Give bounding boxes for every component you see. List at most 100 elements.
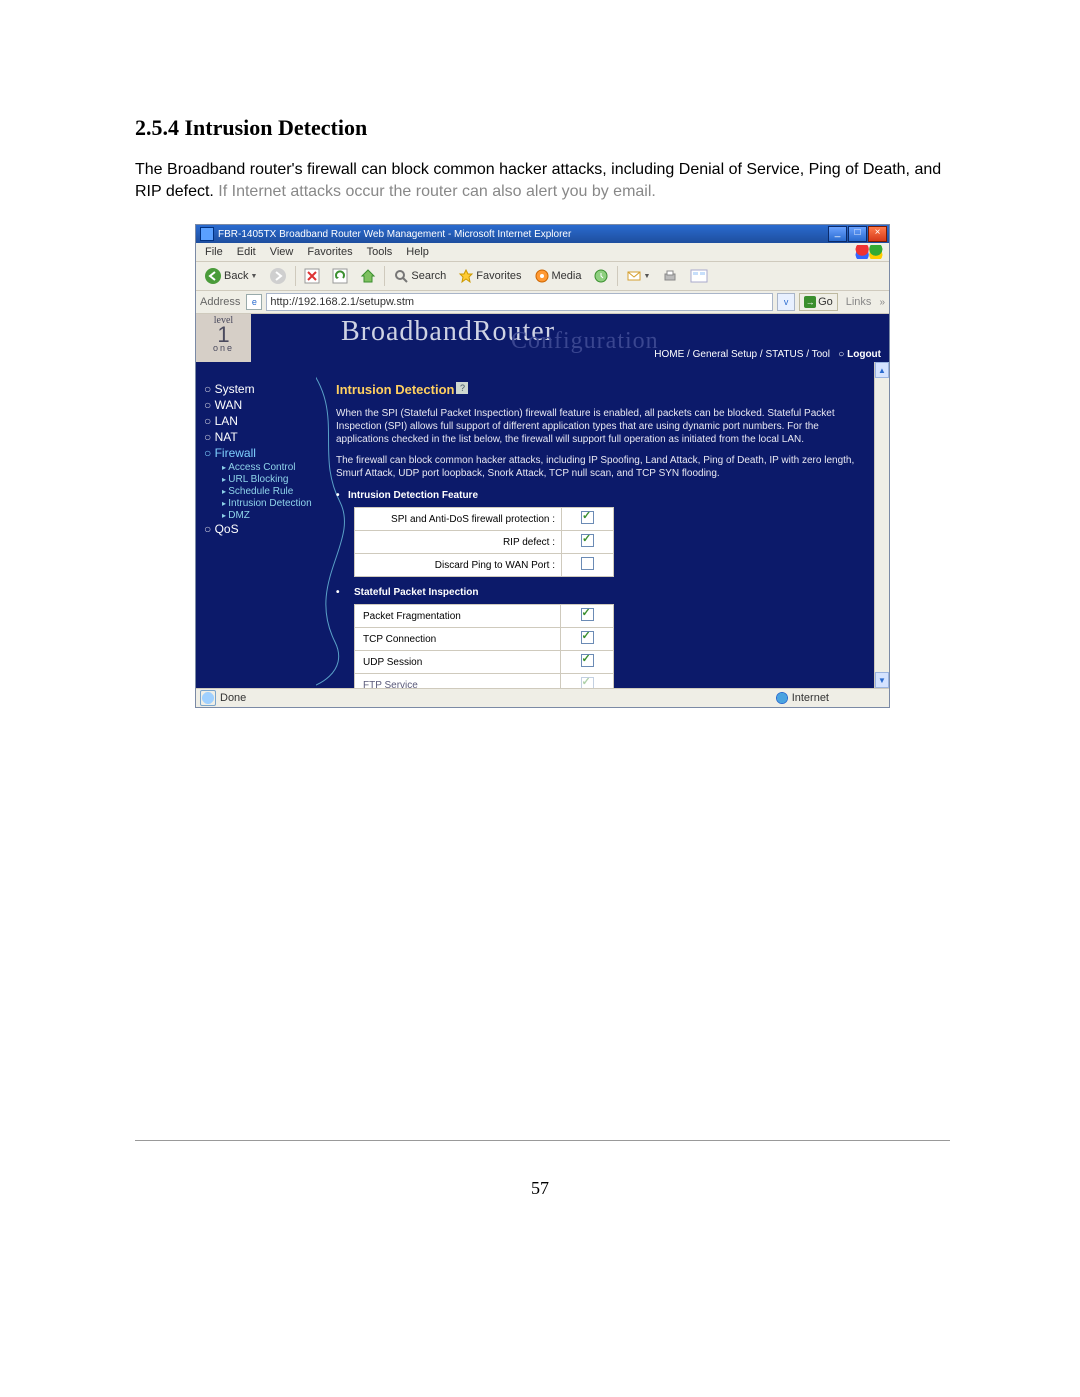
statusbar: Done Internet	[196, 688, 889, 707]
nav-lan[interactable]: LAN	[204, 414, 316, 428]
menubar: File Edit View Favorites Tools Help	[196, 243, 889, 262]
udp-session-checkbox[interactable]	[581, 654, 594, 667]
content-scrollbar[interactable]: ▲ ▼	[874, 362, 889, 688]
row-label: TCP Connection	[355, 628, 561, 651]
nav-schedule-rule[interactable]: Schedule Rule	[204, 486, 316, 497]
router-banner: level 1 one BroadbandRouter Configuratio…	[196, 314, 889, 362]
tcp-conn-checkbox[interactable]	[581, 631, 594, 644]
router-screenshot: FBR-1405TX Broadband Router Web Manageme…	[195, 224, 890, 708]
print-icon	[662, 268, 678, 284]
table-row: SPI and Anti-DoS firewall protection :	[355, 508, 614, 531]
logo-text-b: 1	[196, 326, 251, 344]
history-button[interactable]	[589, 265, 613, 287]
nav-wan[interactable]: WAN	[204, 398, 316, 412]
security-zone: Internet	[776, 692, 889, 704]
router-body: System WAN LAN NAT Firewall Access Contr…	[196, 362, 889, 688]
toolbar-sep-2	[384, 266, 385, 286]
banner-link-general[interactable]: General Setup	[693, 349, 758, 360]
menu-file[interactable]: File	[198, 246, 230, 258]
address-label: Address	[200, 296, 242, 308]
nav-system[interactable]: System	[204, 382, 316, 396]
row-label: Packet Fragmentation	[355, 605, 561, 628]
banner-link-home[interactable]: HOME	[654, 349, 684, 360]
stop-icon	[304, 268, 320, 284]
nav-nat[interactable]: NAT	[204, 430, 316, 444]
media-label: Media	[552, 270, 582, 282]
discuss-icon	[690, 269, 708, 283]
nav-intrusion-detection[interactable]: Intrusion Detection	[204, 498, 316, 509]
nav-access-control[interactable]: Access Control	[204, 462, 316, 473]
nav-url-blocking[interactable]: URL Blocking	[204, 474, 316, 485]
banner-title-sub: Configuration	[511, 328, 659, 355]
scroll-track[interactable]	[875, 378, 889, 672]
nav-firewall[interactable]: Firewall	[204, 446, 316, 460]
back-dropdown-icon: ▼	[250, 273, 257, 280]
media-button[interactable]: Media	[530, 265, 586, 287]
content-panel: Intrusion Detection? When the SPI (State…	[316, 362, 874, 688]
table-row: RIP defect :	[355, 531, 614, 554]
menu-edit[interactable]: Edit	[230, 246, 263, 258]
banner-link-tool[interactable]: Tool	[812, 349, 830, 360]
page-number: 57	[0, 1178, 1080, 1199]
scroll-down-icon[interactable]: ▼	[875, 672, 889, 688]
menu-view[interactable]: View	[263, 246, 301, 258]
back-icon	[204, 267, 222, 285]
go-arrow-icon: →	[804, 296, 816, 308]
row-label-cut: FTP Service	[355, 674, 561, 689]
mail-button[interactable]: ▼	[622, 265, 654, 287]
search-icon	[393, 268, 409, 284]
packet-frag-checkbox[interactable]	[581, 608, 594, 621]
intro-text-b: If Internet attacks occur the router can…	[214, 183, 656, 200]
links-chevron-icon[interactable]: »	[879, 297, 885, 308]
logo-text-c: one	[213, 343, 234, 353]
back-button[interactable]: Back ▼	[200, 265, 261, 287]
mail-dropdown-icon: ▼	[643, 273, 650, 280]
back-label: Back	[224, 270, 248, 282]
menu-tools[interactable]: Tools	[360, 246, 400, 258]
search-button[interactable]: Search	[389, 265, 450, 287]
row-label: SPI and Anti-DoS firewall protection :	[355, 508, 562, 531]
page-title: Intrusion Detection	[336, 382, 454, 397]
discard-ping-checkbox[interactable]	[581, 557, 594, 570]
toolbar-sep-3	[617, 266, 618, 286]
menu-help[interactable]: Help	[399, 246, 436, 258]
links-label[interactable]: Links	[842, 296, 876, 308]
brand-logo: level 1 one	[196, 314, 251, 362]
row-label: Discard Ping to WAN Port :	[355, 554, 562, 577]
favorites-button[interactable]: Favorites	[454, 265, 525, 287]
window-title: FBR-1405TX Broadband Router Web Manageme…	[218, 229, 828, 240]
sidebar-nav: System WAN LAN NAT Firewall Access Contr…	[196, 362, 316, 688]
content-para-2: The firewall can block common hacker att…	[336, 454, 860, 480]
banner-link-logout[interactable]: Logout	[838, 349, 881, 360]
nav-dmz[interactable]: DMZ	[204, 510, 316, 521]
address-dropdown-icon[interactable]: v	[777, 293, 795, 311]
menu-favorites[interactable]: Favorites	[300, 246, 359, 258]
history-icon	[593, 268, 609, 284]
refresh-button[interactable]	[328, 265, 352, 287]
scroll-up-icon[interactable]: ▲	[875, 362, 889, 378]
rip-checkbox[interactable]	[581, 534, 594, 547]
table-row: TCP Connection	[355, 628, 614, 651]
discuss-button[interactable]	[686, 265, 712, 287]
intrusion-feature-table: SPI and Anti-DoS firewall protection : R…	[354, 507, 614, 577]
address-bar: Address e v → Go Links »	[196, 291, 889, 314]
spi-checkbox[interactable]	[581, 511, 594, 524]
banner-link-status[interactable]: STATUS	[765, 349, 803, 360]
window-maximize-button[interactable]: □	[848, 226, 867, 242]
go-button[interactable]: → Go	[799, 293, 838, 311]
page-icon: e	[246, 294, 262, 310]
home-button[interactable]	[356, 265, 380, 287]
favorites-icon	[458, 268, 474, 284]
page-divider	[135, 1140, 950, 1141]
ftp-checkbox[interactable]	[581, 677, 594, 688]
stop-button[interactable]	[300, 265, 324, 287]
help-icon[interactable]: ?	[456, 382, 468, 394]
print-button[interactable]	[658, 265, 682, 287]
nav-qos[interactable]: QoS	[204, 522, 316, 536]
window-close-button[interactable]: ×	[868, 226, 887, 242]
window-minimize-button[interactable]: _	[828, 226, 847, 242]
address-input[interactable]	[266, 293, 773, 311]
intro-paragraph: The Broadband router's firewall can bloc…	[135, 159, 950, 202]
forward-button[interactable]	[265, 265, 291, 287]
internet-zone-icon	[776, 692, 788, 704]
